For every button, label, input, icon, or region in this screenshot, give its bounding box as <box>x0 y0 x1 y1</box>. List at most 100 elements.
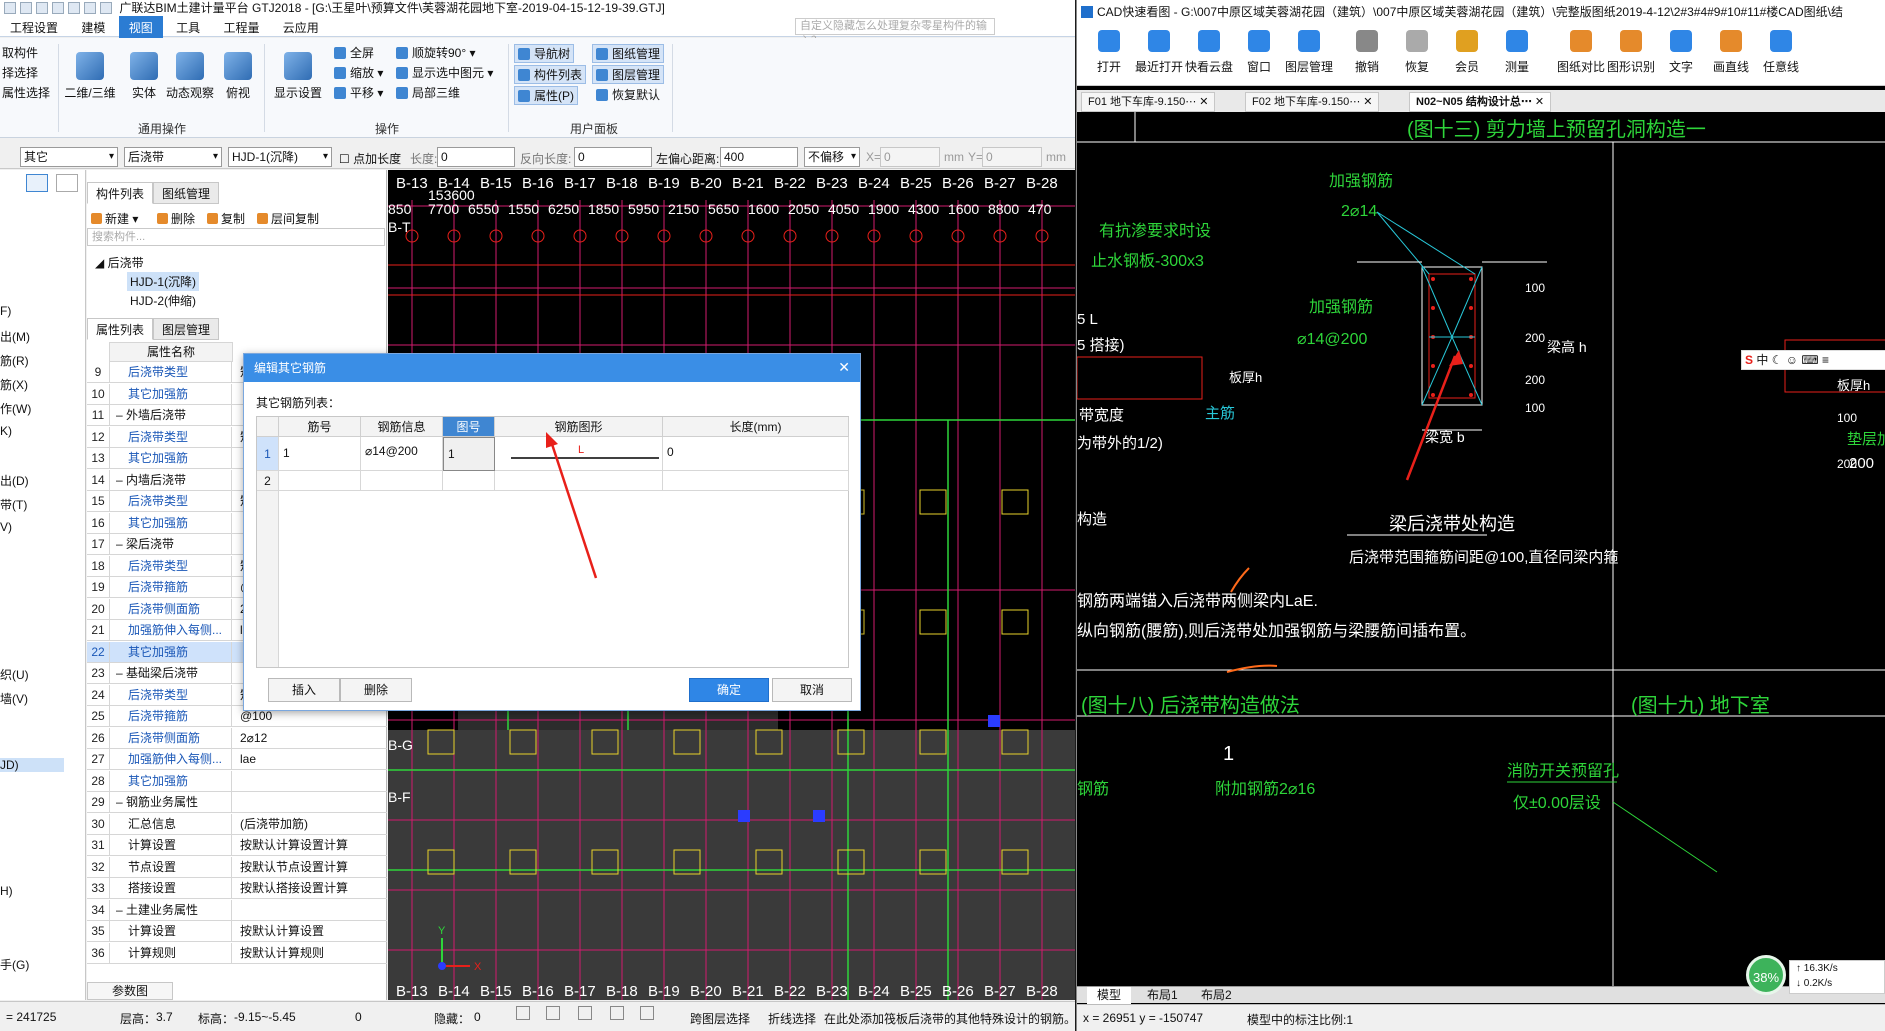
tab-drawing-n02[interactable]: N02~N05 结构设计总⋯ ✕ <box>1409 92 1552 112</box>
tab-model[interactable]: 模型 <box>1087 987 1132 1004</box>
point-length-checkbox[interactable]: ☐ 点加长度 <box>339 150 401 167</box>
viewer-tool-9[interactable]: 图纸对比 <box>1555 30 1607 75</box>
menu-project-settings[interactable]: 工程设置 <box>0 16 68 39</box>
menu-cloud[interactable]: 云应用 <box>273 16 329 39</box>
offset-mode-select[interactable]: 不偏移 <box>804 147 860 167</box>
layer-mgmt-toggle[interactable]: 图层管理 <box>592 65 665 84</box>
menu-modeling[interactable]: 建模 <box>71 16 115 39</box>
cell-bar-info[interactable] <box>361 471 443 491</box>
y-input[interactable]: 0 <box>982 147 1042 167</box>
delete-component-button[interactable]: 删除 <box>157 210 195 227</box>
nav-item-5[interactable]: 作(W) <box>0 400 31 417</box>
rotate-90-button[interactable]: 顺旋转90° ▾ <box>396 44 476 61</box>
component-select[interactable]: HJD-1(沉降) <box>228 147 332 167</box>
property-value[interactable]: (后浇带加筋) <box>237 814 385 834</box>
floor-copy-button[interactable]: 层间复制 <box>257 210 319 227</box>
save-icon[interactable] <box>20 2 32 14</box>
properties-toggle[interactable]: 属性(P) <box>514 86 578 105</box>
param-diagram-button[interactable]: 参数图 <box>87 982 173 1000</box>
orbit-button[interactable]: 动态观察 <box>164 52 216 101</box>
menu-quantity[interactable]: 工程量 <box>213 16 269 39</box>
cell-length[interactable] <box>663 471 849 491</box>
property-row[interactable]: 33 搭接设置 按默认搭接设置计算 <box>87 878 387 899</box>
zoom-button[interactable]: 缩放 ▾ <box>334 64 383 81</box>
help-search-input[interactable]: 自定义隐藏怎么处理复杂零星构件的输入？ <box>795 18 995 47</box>
viewer-tool-12[interactable]: 画直线 <box>1705 30 1757 75</box>
offset-input[interactable]: 400 <box>720 147 798 167</box>
insert-button[interactable]: 插入 <box>268 678 340 702</box>
viewer-tool-5[interactable]: 撤销 <box>1341 30 1393 75</box>
nav-item-8[interactable]: 带(T) <box>0 496 27 513</box>
property-row[interactable]: 35 计算设置 按默认计算设置 <box>87 921 387 942</box>
cell-bar-no[interactable] <box>279 471 361 491</box>
print-icon[interactable] <box>84 2 96 14</box>
tab-layer-mgmt[interactable]: 图层管理 <box>153 318 220 340</box>
nav-tree-toggle[interactable]: 导航树 <box>514 44 575 63</box>
nav-item-post-pour-selected[interactable]: JD) <box>0 758 64 772</box>
drawing-mgmt-toggle[interactable]: 图纸管理 <box>592 44 665 63</box>
nav-item-9[interactable]: V) <box>0 520 12 534</box>
show-selected-button[interactable]: 显示选中图元 ▾ <box>396 64 493 81</box>
ribbon-stub-3[interactable]: 属性选择 <box>2 84 50 101</box>
viewer-tool-4[interactable]: 图层管理 <box>1283 30 1335 75</box>
viewer-tool-8[interactable]: 测量 <box>1491 30 1543 75</box>
display-settings-button[interactable]: 显示设置 <box>268 52 328 101</box>
nav-item-13[interactable]: H) <box>0 884 13 898</box>
tree-item-hjd1[interactable]: HJD-1(沉降) <box>127 272 199 291</box>
tab-component-list[interactable]: 构件列表 <box>87 182 154 204</box>
layer-select[interactable]: 其它 <box>20 147 118 167</box>
viewer-tool-2[interactable]: 快看云盘 <box>1183 30 1235 75</box>
copy-component-button[interactable]: 复制 <box>207 210 245 227</box>
polar-mode-icon[interactable] <box>610 1006 624 1020</box>
property-row[interactable]: 31 计算设置 按默认计算设置计算 <box>87 835 387 856</box>
tab-drawing-f01[interactable]: F01 地下车库-9.150⋯ ✕ <box>1081 92 1216 112</box>
tab-close-icon[interactable]: ✕ <box>1363 96 1372 108</box>
nav-item-7[interactable]: 出(D) <box>0 472 29 489</box>
property-value[interactable]: 按默认搭接设置计算 <box>237 878 385 898</box>
property-row[interactable]: 34 土建业务属性 <box>87 899 387 921</box>
property-row[interactable]: 28 其它加强筋 <box>87 770 387 792</box>
snap-mode-icon[interactable] <box>546 1006 560 1020</box>
fullscreen-button[interactable]: 全屏 <box>334 44 374 61</box>
quick-access-icon[interactable] <box>4 2 16 14</box>
viewer-tool-7[interactable]: 会员 <box>1441 30 1493 75</box>
cross-layer-select-button[interactable]: 跨图层选择 <box>690 1010 750 1027</box>
property-row[interactable]: 26 后浇带侧面筋 2⌀12 <box>87 727 387 749</box>
viewer-tool-13[interactable]: 任意线 <box>1755 30 1807 75</box>
tab-layout2[interactable]: 布局2 <box>1191 987 1242 1004</box>
property-row[interactable]: 27 加强筋伸入每侧... lae <box>87 749 387 770</box>
property-row[interactable]: 30 汇总信息 (后浇带加筋) <box>87 813 387 835</box>
cell-bar-no[interactable]: 1 <box>279 437 361 471</box>
nav-item-6[interactable]: K) <box>0 424 12 438</box>
cell-bar-info[interactable]: ⌀14@200 <box>361 437 443 471</box>
viewer-tool-3[interactable]: 窗口 <box>1233 30 1285 75</box>
component-list-toggle[interactable]: 构件列表 <box>514 65 587 84</box>
x-input[interactable]: 0 <box>880 147 940 167</box>
sum-icon[interactable] <box>68 2 80 14</box>
property-row[interactable]: 29 钢筋业务属性 <box>87 792 387 813</box>
delete-row-button[interactable]: 删除 <box>340 678 412 702</box>
property-value[interactable]: 按默认计算规则 <box>237 943 385 963</box>
viewer-tool-0[interactable]: 打开 <box>1083 30 1135 75</box>
tab-drawing-mgmt[interactable]: 图纸管理 <box>153 182 220 204</box>
tab-property-list[interactable]: 属性列表 <box>87 318 154 340</box>
cell-length[interactable]: 0 <box>663 437 849 471</box>
viewer-tool-1[interactable]: 最近打开 <box>1133 30 1185 75</box>
viewer-tool-10[interactable]: 图形识别 <box>1605 30 1657 75</box>
pan-button[interactable]: 平移 ▾ <box>334 84 383 101</box>
component-search-input[interactable]: 搜索构件... <box>87 228 385 246</box>
add-mode-icon[interactable] <box>640 1006 654 1020</box>
restore-default-button[interactable]: 恢复默认 <box>596 86 660 103</box>
tab-close-icon[interactable]: ✕ <box>1199 96 1208 108</box>
property-value[interactable]: lae <box>237 749 385 769</box>
structural-drawing[interactable]: (图十三) 剪力墙上预留孔洞构造一 (图十八) 后浇带构造做法 (图十九) 地下室 加… <box>1077 112 1885 986</box>
ortho-mode-icon[interactable] <box>578 1006 592 1020</box>
2d3d-button[interactable]: 二维/三维 <box>64 52 116 101</box>
nav-item-11[interactable]: 墙(V) <box>0 690 28 707</box>
nav-item-1[interactable]: F) <box>0 304 11 318</box>
nav-item-2[interactable]: 出(M) <box>0 328 30 345</box>
tab-layout1[interactable]: 布局1 <box>1137 987 1188 1004</box>
ribbon-stub-2[interactable]: 择选择 <box>2 64 38 81</box>
property-value[interactable]: 按默认计算设置 <box>237 921 385 941</box>
new-component-button[interactable]: 新建 ▾ <box>91 210 138 227</box>
